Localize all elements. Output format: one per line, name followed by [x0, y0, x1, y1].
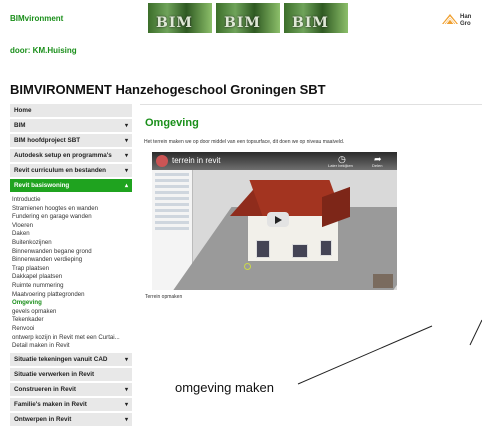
nav-label: BIM hoofdproject SBT [14, 137, 81, 144]
author-line: door: KM.Huising [10, 46, 77, 55]
nav-item-construeren[interactable]: Construeren in Revit ▾ [10, 382, 132, 398]
sub-nav-item[interactable]: Binnenwanden begane grond [12, 248, 132, 257]
logo-line: Han [460, 14, 472, 20]
browser-row [155, 227, 189, 230]
browser-row [155, 209, 189, 212]
webcam-overlay [373, 274, 393, 288]
nav-item-situatie-cad[interactable]: Situatie tekeningen vanuit CAD ▾ [10, 352, 132, 368]
chevron-down-icon: ▾ [124, 401, 128, 408]
logo-line: Gro [460, 21, 471, 27]
sub-nav-item[interactable]: Tekenkader [12, 316, 132, 325]
nav-label: Revit basiswoning [14, 182, 70, 189]
channel-avatar[interactable] [156, 155, 168, 167]
sub-nav-item[interactable]: Introductie [12, 196, 132, 205]
nav-item-revit-curriculum[interactable]: Revit curriculum en bestanden ▾ [10, 164, 132, 179]
nav-label: Revit curriculum en bestanden [14, 167, 107, 174]
nav-item-bim-hoofdproject[interactable]: BIM hoofdproject SBT ▾ [10, 134, 132, 149]
nav-item-familie[interactable]: Familie's maken in Revit ▾ [10, 397, 132, 413]
browser-row [155, 215, 189, 218]
nav-item-bim[interactable]: BIM ▾ [10, 119, 132, 134]
page-title: BIMVIRONMENT Hanzehogeschool Groningen S… [10, 82, 326, 97]
sub-nav-item[interactable]: gevels opmaken [12, 308, 132, 317]
sub-nav-item[interactable]: Ruimte nummering [12, 282, 132, 291]
nav-label: Home [14, 107, 32, 114]
chevron-down-icon: ▾ [124, 153, 128, 159]
chevron-down-icon: ▾ [124, 138, 128, 144]
sub-nav-list: Introductie Stramienen hoogtes en wanden F… [10, 194, 132, 353]
sub-nav-item[interactable]: Dakkapel plaatsen [12, 273, 132, 282]
browser-row [155, 197, 189, 200]
nav-label: Construeren in Revit [14, 385, 76, 393]
annotation-text: omgeving maken [175, 380, 274, 395]
cursor-marker [244, 263, 251, 270]
play-button[interactable] [267, 212, 289, 227]
site-name-link[interactable]: BIMvironment [10, 14, 63, 23]
sub-nav-item[interactable]: Fundering en garage wanden [12, 213, 132, 222]
sub-nav-item[interactable]: Detail maken in Revit [12, 342, 132, 351]
sidebar-nav: Home BIM ▾ BIM hoofdproject SBT ▾ Autodesk… [10, 104, 132, 428]
intro-text: Het terrein maken we op door middel van … [144, 139, 345, 145]
banner-tile-text: BIM [224, 15, 261, 31]
house-window [292, 244, 308, 258]
logo-text: Han Gro [460, 14, 471, 28]
chevron-down-icon: ▾ [124, 168, 128, 174]
banner-tile: BIM [216, 3, 280, 33]
annotation-line [297, 325, 433, 385]
sub-nav-item[interactable]: Buitenkozijnen [12, 239, 132, 248]
video-player[interactable]: terrein in revit ◷ Later bekijken ➦ Dele… [152, 152, 397, 290]
nav-label: Ontwerpen in Revit [14, 415, 72, 423]
sub-nav-item[interactable]: Vloeren [12, 222, 132, 231]
house-window [320, 240, 332, 256]
browser-row [155, 221, 189, 224]
chevron-down-icon: ▾ [124, 356, 128, 363]
sub-nav-item[interactable]: Trap plaatsen [12, 265, 132, 274]
sub-nav-item[interactable]: Stramienen hoogtes en wanden [12, 205, 132, 214]
browser-row [155, 179, 189, 182]
header-banner: BIM BIM BIM [148, 3, 348, 33]
banner-tile-text: BIM [156, 15, 193, 31]
nav-label: Familie's maken in Revit [14, 400, 87, 408]
section-title: Omgeving [145, 117, 199, 129]
hanzehogeschool-logo[interactable]: Han Gro [440, 8, 482, 34]
sub-nav-item[interactable]: Omgeving [12, 299, 132, 308]
sub-nav-item[interactable]: Maatvoering plattegronden [12, 291, 132, 300]
house-window [256, 240, 270, 258]
sub-nav-item[interactable]: ontwerp kozijn in Revit met een Curtai..… [12, 334, 132, 343]
sub-nav-item[interactable]: Binnenwanden verdieping [12, 256, 132, 265]
nav-item-ontwerpen[interactable]: Ontwerpen in Revit ▾ [10, 412, 132, 428]
chevron-down-icon: ▾ [124, 123, 128, 129]
nav-label: Situatie tekeningen vanuit CAD [14, 355, 108, 363]
browser-row [155, 203, 189, 206]
banner-tile-text: BIM [292, 15, 329, 31]
video-caption: Terrein opmaken [145, 294, 183, 300]
browser-row [155, 173, 189, 176]
sub-nav-item[interactable]: Renvooi [12, 325, 132, 334]
nav-item-revit-basiswoning[interactable]: Revit basiswoning ▴ [10, 179, 132, 194]
nav-label: BIM [14, 122, 26, 129]
chevron-down-icon: ▾ [124, 386, 128, 393]
watch-later-label: Later bekijken [328, 163, 353, 168]
nav-item-home[interactable]: Home [10, 104, 132, 119]
main-content: Omgeving Het terrein maken we op door mi… [140, 104, 482, 305]
banner-tile: BIM [284, 3, 348, 33]
chevron-up-icon: ▴ [124, 183, 128, 189]
logo-mark-icon [442, 14, 458, 25]
video-title[interactable]: terrein in revit [172, 156, 220, 165]
browser-row [155, 185, 189, 188]
chevron-down-icon: ▾ [124, 416, 128, 423]
sub-nav-item[interactable]: Daken [12, 230, 132, 239]
nav-item-situatie-revit[interactable]: Situatie verwerken in Revit [10, 367, 132, 383]
nav-label: Situatie verwerken in Revit [14, 370, 95, 378]
share-label: Delen [372, 163, 383, 168]
nav-item-autodesk-setup[interactable]: Autodesk setup en programma's ▾ [10, 149, 132, 164]
annotation-line [469, 319, 482, 346]
banner-tile: BIM [148, 3, 212, 33]
browser-row [155, 191, 189, 194]
nav-label: Autodesk setup en programma's [14, 152, 112, 159]
